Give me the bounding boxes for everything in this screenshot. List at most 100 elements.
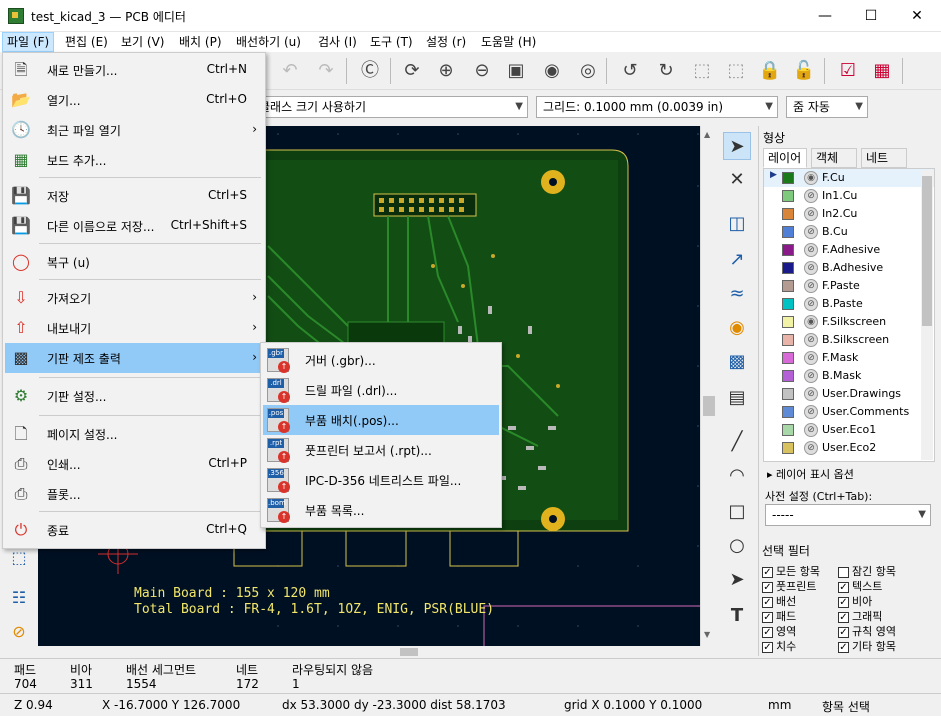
menu-help[interactable]: 도움말 (H)	[477, 32, 540, 52]
grid-select[interactable]: 그리드: 0.1000 mm (0.0039 in) ▼	[536, 96, 778, 118]
fab-output-item[interactable]: .rpt ↑ 풋프린터 보고서 (.rpt)...	[263, 435, 499, 465]
layer-list-scrollbar[interactable]	[921, 170, 933, 460]
canvas-horizontal-scrollbar[interactable]	[38, 646, 716, 658]
layer-row[interactable]: ⊘ User.Eco1	[764, 421, 934, 439]
eye-hidden-icon[interactable]: ⊘	[804, 441, 818, 455]
file-menu-item-save-as[interactable]: 💾 다른 이름으로 저장... Ctrl+Shift+S	[5, 211, 263, 241]
eye-hidden-icon[interactable]: ⊘	[804, 423, 818, 437]
checkbox[interactable]: ✓	[838, 596, 849, 608]
add-zone-icon[interactable]: ▩	[723, 348, 751, 376]
draw-arc-icon[interactable]: ◠	[723, 462, 751, 490]
file-menu-item-recent-clock[interactable]: 🕓 최근 파일 열기 ›	[5, 115, 263, 145]
eye-hidden-icon[interactable]: ⊘	[804, 369, 818, 383]
rotate-cw-icon[interactable]: ↻	[652, 56, 680, 86]
filter-zones[interactable]: ✓ 영역	[762, 624, 836, 639]
draw-circle-icon[interactable]: ○	[723, 532, 751, 560]
eye-hidden-icon[interactable]: ⊘	[804, 297, 818, 311]
layer-color-swatch[interactable]	[782, 334, 794, 346]
menu-preferences[interactable]: 설정 (r)	[422, 32, 470, 52]
draw-polygon-icon[interactable]: ➤	[723, 566, 751, 594]
layer-color-swatch[interactable]	[782, 424, 794, 436]
layer-color-swatch[interactable]	[782, 226, 794, 238]
checkbox[interactable]: ✓	[762, 566, 773, 578]
file-menu-item-save[interactable]: 💾 저장 Ctrl+S	[5, 181, 263, 211]
draw-line-icon[interactable]: ╱	[723, 428, 751, 456]
layer-row[interactable]: ⊘ B.Adhesive	[764, 259, 934, 277]
file-menu-item-revert[interactable]: ◯ 복구 (u)	[5, 247, 263, 277]
zoom-out-icon[interactable]: ⊖	[468, 56, 496, 86]
draw-rectangle-icon[interactable]: □	[723, 498, 751, 526]
eye-visible-icon[interactable]: ◉	[804, 171, 818, 185]
canvas-vertical-scrollbar[interactable]: ▲ ▼	[700, 126, 716, 646]
filter-rule-areas[interactable]: ✓ 규칙 영역	[838, 624, 938, 639]
file-menu-item-fabrication[interactable]: ▩ 기판 제조 출력 ›	[5, 343, 263, 373]
ratsnest-icon[interactable]: ☷	[5, 584, 33, 612]
layer-color-swatch[interactable]	[782, 370, 794, 382]
layer-color-swatch[interactable]	[782, 388, 794, 400]
file-menu-item-board-setup[interactable]: ⚙ 기판 설정...	[5, 381, 263, 411]
filter-dimensions[interactable]: ✓ 치수	[762, 639, 836, 654]
file-menu-item-plot[interactable]: ⎙ 플롯...	[5, 479, 263, 509]
fab-output-item[interactable]: .drl ↑ 드릴 파일 (.drl)...	[263, 375, 499, 405]
zoom-objects-icon[interactable]: ◉	[538, 56, 566, 86]
eye-hidden-icon[interactable]: ⊘	[804, 225, 818, 239]
layer-color-swatch[interactable]	[782, 352, 794, 364]
layer-row[interactable]: ⊘ B.Silkscreen	[764, 331, 934, 349]
scroll-down-icon[interactable]: ▼	[704, 630, 710, 639]
filter-footprints[interactable]: ✓ 풋프린트	[762, 579, 836, 594]
menu-edit[interactable]: 편집 (E)	[61, 32, 112, 52]
layer-color-swatch[interactable]	[782, 262, 794, 274]
scroll-up-icon[interactable]: ▲	[704, 130, 710, 139]
zone-display-icon[interactable]: ⊘	[5, 618, 33, 646]
layer-row[interactable]: ⊘ F.Mask	[764, 349, 934, 367]
zoom-in-icon[interactable]: ⊕	[432, 56, 460, 86]
fab-output-item[interactable]: .bom ↑ 부품 목록...	[263, 495, 499, 525]
filter-pads[interactable]: ✓ 패드	[762, 609, 836, 624]
eye-hidden-icon[interactable]: ⊘	[804, 279, 818, 293]
file-menu-item-import[interactable]: ⇩ 가져오기 ›	[5, 283, 263, 313]
layer-color-swatch[interactable]	[782, 316, 794, 328]
scroll-thumb[interactable]	[922, 176, 932, 326]
eye-hidden-icon[interactable]: ⊘	[804, 351, 818, 365]
menu-view[interactable]: 보기 (V)	[117, 32, 168, 52]
eye-hidden-icon[interactable]: ⊘	[804, 189, 818, 203]
filter-graphics[interactable]: ✓ 그래픽	[838, 609, 938, 624]
file-menu-item-exit[interactable]: ⏻ 종료 Ctrl+Q	[5, 515, 263, 545]
filter-all[interactable]: ✓ 모든 항목	[762, 564, 836, 579]
scroll-thumb[interactable]	[703, 396, 715, 416]
layer-row[interactable]: ⊘ User.Comments	[764, 403, 934, 421]
layer-row[interactable]: ▶ ◉ F.Cu	[764, 169, 934, 187]
menu-place[interactable]: 배치 (P)	[175, 32, 226, 52]
maximize-button[interactable]: ☐	[848, 0, 894, 32]
redo-icon[interactable]: ↷	[312, 56, 340, 86]
eye-visible-icon[interactable]: ◉	[804, 315, 818, 329]
zoom-select[interactable]: 줌 자동 ▼	[786, 96, 868, 118]
layer-row[interactable]: ⊘ B.Mask	[764, 367, 934, 385]
checkbox[interactable]: ✓	[762, 596, 773, 608]
tab-layers[interactable]: 레이어	[763, 148, 807, 168]
eye-hidden-icon[interactable]: ⊘	[804, 243, 818, 257]
local-ratsnest-icon[interactable]: ✕	[723, 166, 751, 194]
menu-inspect[interactable]: 검사 (I)	[314, 32, 361, 52]
layer-row[interactable]: ⊘ F.Adhesive	[764, 241, 934, 259]
layer-color-swatch[interactable]	[782, 208, 794, 220]
checkbox[interactable]: ✓	[762, 611, 773, 623]
ungroup-icon[interactable]: ⬚	[722, 56, 750, 86]
tab-objects[interactable]: 객체	[811, 148, 857, 168]
checkbox[interactable]: ✓	[762, 626, 773, 638]
filter-vias[interactable]: ✓ 비아	[838, 594, 938, 609]
eye-hidden-icon[interactable]: ⊘	[804, 333, 818, 347]
layer-row[interactable]: ⊘ User.Drawings	[764, 385, 934, 403]
add-text-icon[interactable]: T	[723, 602, 751, 630]
menu-route[interactable]: 배선하기 (u)	[232, 32, 305, 52]
unlock-icon[interactable]: 🔓	[790, 56, 818, 86]
close-button[interactable]: ✕	[894, 0, 940, 32]
eye-hidden-icon[interactable]: ⊘	[804, 387, 818, 401]
zoom-selection-icon[interactable]: ◎	[574, 56, 602, 86]
layer-color-swatch[interactable]	[782, 280, 794, 292]
add-footprint-icon[interactable]: ◫	[723, 210, 751, 238]
menu-file[interactable]: 파일 (F)	[2, 32, 55, 52]
layer-color-swatch[interactable]	[782, 298, 794, 310]
layer-row[interactable]: ◉ F.Silkscreen	[764, 313, 934, 331]
group-icon[interactable]: ⬚	[688, 56, 716, 86]
